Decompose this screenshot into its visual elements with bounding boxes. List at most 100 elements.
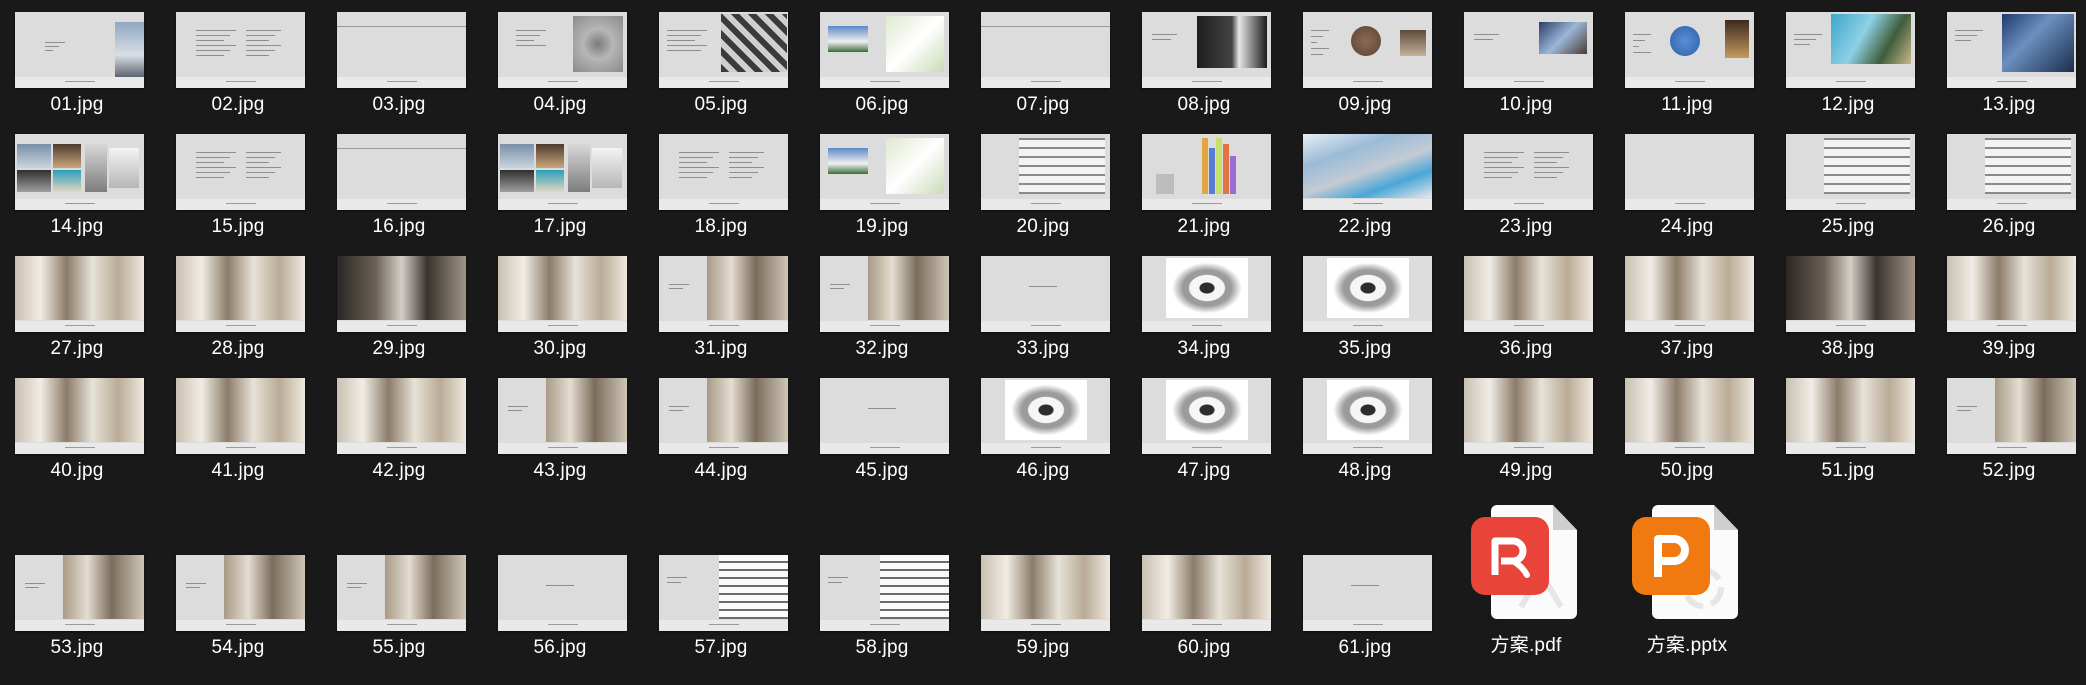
file-name: 28.jpg bbox=[211, 338, 265, 359]
file-item[interactable]: 33.jpg bbox=[966, 244, 1120, 364]
image-thumbnail bbox=[981, 378, 1110, 454]
file-item[interactable]: 37.jpg bbox=[1610, 244, 1764, 364]
file-item[interactable]: 18.jpg bbox=[644, 122, 798, 242]
file-item[interactable]: 21.jpg bbox=[1127, 122, 1281, 242]
file-name: 59.jpg bbox=[1016, 637, 1070, 658]
file-item[interactable]: 15.jpg bbox=[161, 122, 315, 242]
file-item[interactable]: 30.jpg bbox=[483, 244, 637, 364]
file-name: 23.jpg bbox=[1499, 216, 1553, 237]
file-item[interactable]: 61.jpg bbox=[1288, 543, 1442, 663]
file-item[interactable]: 06.jpg bbox=[805, 0, 959, 120]
file-name: 49.jpg bbox=[1499, 460, 1553, 481]
file-name: 32.jpg bbox=[855, 338, 909, 359]
file-item[interactable]: 57.jpg bbox=[644, 543, 798, 663]
image-thumbnail bbox=[981, 256, 1110, 332]
file-name: 42.jpg bbox=[372, 460, 426, 481]
file-item[interactable]: 49.jpg bbox=[1449, 366, 1603, 486]
file-item[interactable]: 54.jpg bbox=[161, 543, 315, 663]
file-item[interactable]: 42.jpg bbox=[322, 366, 476, 486]
file-item[interactable]: 16.jpg bbox=[322, 122, 476, 242]
file-item[interactable]: 25.jpg bbox=[1771, 122, 1925, 242]
file-name: 53.jpg bbox=[50, 637, 104, 658]
file-item[interactable]: 50.jpg bbox=[1610, 366, 1764, 486]
file-name: 22.jpg bbox=[1338, 216, 1392, 237]
image-thumbnail bbox=[1786, 134, 1915, 210]
file-item[interactable]: 43.jpg bbox=[483, 366, 637, 486]
file-item[interactable]: 39.jpg bbox=[1932, 244, 2086, 364]
file-item[interactable]: 60.jpg bbox=[1127, 543, 1281, 663]
file-item[interactable]: 03.jpg bbox=[322, 0, 476, 120]
file-name: 21.jpg bbox=[1177, 216, 1231, 237]
image-thumbnail bbox=[820, 134, 949, 210]
file-item[interactable]: 55.jpg bbox=[322, 543, 476, 663]
file-item[interactable]: 19.jpg bbox=[805, 122, 959, 242]
file-item[interactable]: 28.jpg bbox=[161, 244, 315, 364]
file-item[interactable]: 40.jpg bbox=[0, 366, 154, 486]
image-thumbnail bbox=[1464, 12, 1593, 88]
file-item[interactable]: 09.jpg bbox=[1288, 0, 1442, 120]
file-item[interactable]: 13.jpg bbox=[1932, 0, 2086, 120]
file-item[interactable]: 11.jpg bbox=[1610, 0, 1764, 120]
file-name: 58.jpg bbox=[855, 637, 909, 658]
file-item[interactable]: 10.jpg bbox=[1449, 0, 1603, 120]
file-item[interactable]: 46.jpg bbox=[966, 366, 1120, 486]
image-thumbnail bbox=[176, 555, 305, 631]
file-item[interactable]: 45.jpg bbox=[805, 366, 959, 486]
file-name: 05.jpg bbox=[694, 94, 748, 115]
file-item[interactable]: 29.jpg bbox=[322, 244, 476, 364]
file-name: 37.jpg bbox=[1660, 338, 1714, 359]
file-item[interactable]: 05.jpg bbox=[644, 0, 798, 120]
image-thumbnail bbox=[1142, 256, 1271, 332]
file-item[interactable]: 26.jpg bbox=[1932, 122, 2086, 242]
file-item[interactable]: 方案.pdf bbox=[1449, 503, 1603, 663]
file-name: 19.jpg bbox=[855, 216, 909, 237]
file-name: 54.jpg bbox=[211, 637, 265, 658]
file-item[interactable]: 56.jpg bbox=[483, 543, 637, 663]
file-item[interactable]: 08.jpg bbox=[1127, 0, 1281, 120]
image-thumbnail bbox=[1625, 378, 1754, 454]
file-item[interactable]: 41.jpg bbox=[161, 366, 315, 486]
file-item[interactable]: 36.jpg bbox=[1449, 244, 1603, 364]
image-thumbnail bbox=[820, 378, 949, 454]
file-item[interactable]: 44.jpg bbox=[644, 366, 798, 486]
file-name: 38.jpg bbox=[1821, 338, 1875, 359]
file-item[interactable]: 48.jpg bbox=[1288, 366, 1442, 486]
file-item[interactable]: 02.jpg bbox=[161, 0, 315, 120]
file-item[interactable]: 53.jpg bbox=[0, 543, 154, 663]
file-item[interactable]: 17.jpg bbox=[483, 122, 637, 242]
file-item[interactable]: 47.jpg bbox=[1127, 366, 1281, 486]
image-thumbnail bbox=[1947, 256, 2076, 332]
file-item[interactable]: 31.jpg bbox=[644, 244, 798, 364]
file-name: 03.jpg bbox=[372, 94, 426, 115]
image-thumbnail bbox=[498, 378, 627, 454]
file-item[interactable]: 04.jpg bbox=[483, 0, 637, 120]
image-thumbnail bbox=[1625, 256, 1754, 332]
file-name: 20.jpg bbox=[1016, 216, 1070, 237]
file-item[interactable]: 59.jpg bbox=[966, 543, 1120, 663]
file-item[interactable]: 01.jpg bbox=[0, 0, 154, 120]
file-name: 18.jpg bbox=[694, 216, 748, 237]
file-item[interactable]: 22.jpg bbox=[1288, 122, 1442, 242]
file-item[interactable]: 12.jpg bbox=[1771, 0, 1925, 120]
file-item[interactable]: 23.jpg bbox=[1449, 122, 1603, 242]
image-thumbnail bbox=[15, 555, 144, 631]
image-thumbnail bbox=[820, 256, 949, 332]
file-item[interactable]: 07.jpg bbox=[966, 0, 1120, 120]
file-item[interactable]: 24.jpg bbox=[1610, 122, 1764, 242]
file-item[interactable]: 14.jpg bbox=[0, 122, 154, 242]
file-item[interactable]: 51.jpg bbox=[1771, 366, 1925, 486]
file-item[interactable]: 方案.pptx bbox=[1610, 503, 1764, 663]
image-thumbnail bbox=[659, 555, 788, 631]
file-item[interactable]: 20.jpg bbox=[966, 122, 1120, 242]
file-item[interactable]: 38.jpg bbox=[1771, 244, 1925, 364]
file-item[interactable]: 58.jpg bbox=[805, 543, 959, 663]
file-name: 48.jpg bbox=[1338, 460, 1392, 481]
file-item[interactable]: 34.jpg bbox=[1127, 244, 1281, 364]
file-name: 04.jpg bbox=[533, 94, 587, 115]
file-item[interactable]: 32.jpg bbox=[805, 244, 959, 364]
image-thumbnail bbox=[498, 555, 627, 631]
file-item[interactable]: 52.jpg bbox=[1932, 366, 2086, 486]
file-name: 33.jpg bbox=[1016, 338, 1070, 359]
file-item[interactable]: 35.jpg bbox=[1288, 244, 1442, 364]
file-item[interactable]: 27.jpg bbox=[0, 244, 154, 364]
